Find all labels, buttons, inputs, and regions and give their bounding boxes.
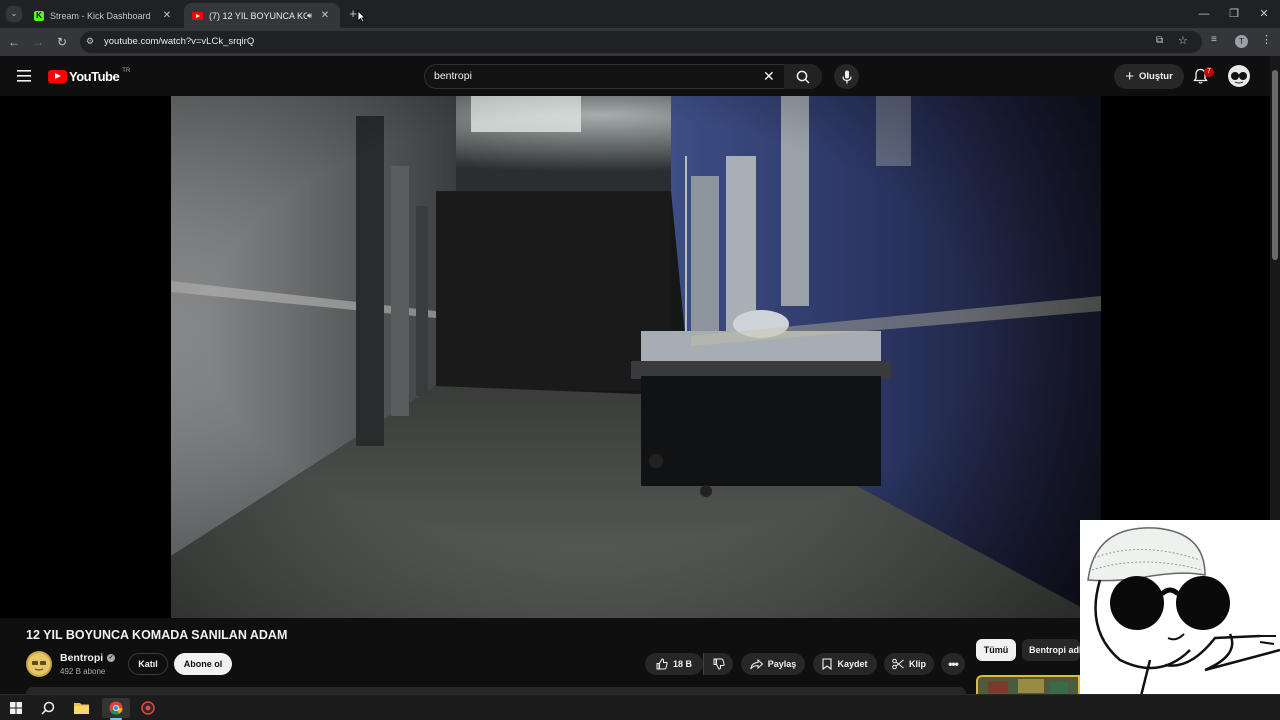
save-button[interactable]: Kaydet [813,653,877,675]
tab-search-button[interactable]: ⌄ [6,6,22,22]
tab-close-icon[interactable]: ✕ [318,10,332,21]
video-frame[interactable] [171,96,1101,618]
folder-icon [73,703,89,714]
youtube-wordmark: YouTube [69,68,120,84]
channel-avatar[interactable] [26,651,52,677]
create-button[interactable]: + Oluştur [1114,64,1184,89]
address-bar[interactable]: ⚙ youtube.com/watch?v=vLCk_srqirQ ⧉ ☆ [80,31,1202,53]
search-box[interactable]: ✕ [424,64,822,89]
dislike-button[interactable] [703,653,733,675]
chip-channel[interactable]: Bentropi adl [1022,639,1080,661]
like-button[interactable]: 18 B [645,653,703,675]
start-button[interactable] [5,698,27,718]
file-explorer-button[interactable] [70,698,92,718]
user-avatar[interactable] [1228,65,1250,87]
forward-icon[interactable]: → [30,34,46,50]
media-control-icon[interactable]: ≡ [1211,34,1217,45]
voice-search-button[interactable] [834,64,859,89]
url-text: youtube.com/watch?v=vLCk_srqirQ [104,36,255,47]
tab-title: (7) 12 YIL BOYUNCA KOMA [209,10,307,21]
clip-button[interactable]: Klip [884,653,934,675]
chrome-icon [109,701,123,715]
chrome-taskbar-button[interactable] [102,698,130,718]
recommended-thumbnail[interactable] [976,675,1080,694]
share-label: Paylaş [767,659,797,669]
minimize-icon[interactable]: — [1196,6,1212,22]
search-input[interactable] [434,70,754,82]
tab-kick-dashboard[interactable]: K Stream - Kick Dashboard ✕ [26,3,182,28]
save-label: Kaydet [837,659,868,669]
thumbs-up-icon [656,658,668,670]
verified-check-icon: ✓ [107,654,116,662]
subscriber-count: 492 B abone [60,667,106,676]
video-title: 12 YIL BOYUNCA KOMADA SANILAN ADAM [26,628,288,642]
more-horizontal-icon: ••• [948,657,959,671]
notification-count-badge: 7 [1204,67,1214,77]
youtube-header: YouTube TR ✕ + Oluştur [0,56,1270,96]
subscribe-button[interactable]: Abone ol [174,653,232,675]
speaker-icon[interactable]: 🔊︎ [307,11,312,21]
windows-taskbar [0,694,1280,720]
tab-youtube-video[interactable]: (7) 12 YIL BOYUNCA KOMA 🔊︎ ✕ [184,3,340,28]
description-box-edge [26,687,966,694]
tab-title: Stream - Kick Dashboard [50,10,151,21]
back-icon[interactable]: ← [6,34,22,50]
site-info-icon[interactable]: ⚙ [86,36,94,47]
mouse-cursor-icon [357,10,366,23]
youtube-logo[interactable]: YouTube TR [48,68,130,84]
browser-menu-icon[interactable]: ⋮ [1261,33,1272,46]
thumbs-down-icon [713,658,725,670]
share-arrow-icon [750,658,763,669]
profile-avatar[interactable]: T [1235,35,1248,48]
reload-icon[interactable]: ↻ [54,34,70,50]
search-button[interactable] [784,64,822,89]
red-app-icon [141,701,155,715]
share-button[interactable]: Paylaş [741,653,805,675]
plus-icon: + [1125,68,1134,85]
channel-name[interactable]: Bentropi ✓ [60,652,116,664]
more-actions-button[interactable]: ••• [941,653,965,675]
install-app-icon[interactable]: ⧉ [1156,35,1163,46]
region-code: TR [122,68,131,74]
scissors-icon [892,658,904,670]
search-icon [41,701,55,715]
youtube-icon [192,11,203,20]
microphone-icon [841,70,852,83]
browser-tab-strip: ⌄ K Stream - Kick Dashboard ✕ (7) 12 YIL… [0,0,1280,28]
hospital-corridor-frame [171,96,1101,618]
taskbar-search-button[interactable] [37,698,59,718]
youtube-play-logo-icon [48,69,67,83]
hamburger-menu-icon[interactable] [17,70,31,82]
bookmark-star-icon[interactable]: ☆ [1178,34,1188,47]
close-window-icon[interactable]: ✕ [1256,6,1272,22]
search-icon [796,70,810,84]
clip-label: Klip [909,659,926,669]
kick-icon: K [34,10,44,21]
create-label: Oluştur [1138,71,1173,82]
like-count: 18 B [672,659,692,669]
restore-icon[interactable]: ❐ [1226,6,1242,22]
browser-toolbar: ← → ↻ ⚙ youtube.com/watch?v=vLCk_srqirQ … [0,28,1280,56]
chip-all[interactable]: Tümü [976,639,1016,661]
windows-logo-icon [10,702,22,714]
sunglasses-meme-overlay [1080,520,1280,720]
page-scrollbar-thumb[interactable] [1272,70,1278,260]
channel-logo-icon [28,653,50,675]
sunglasses-avatar-icon [1231,72,1247,84]
bookmark-icon [822,658,833,670]
tab-close-icon[interactable]: ✕ [160,10,174,21]
channel-name-text: Bentropi [60,652,104,664]
stick-figure-sunglasses-drawing [1087,527,1280,720]
app-taskbar-button[interactable] [137,698,159,718]
join-button[interactable]: Katıl [128,653,168,675]
clear-search-icon[interactable]: ✕ [763,68,775,85]
